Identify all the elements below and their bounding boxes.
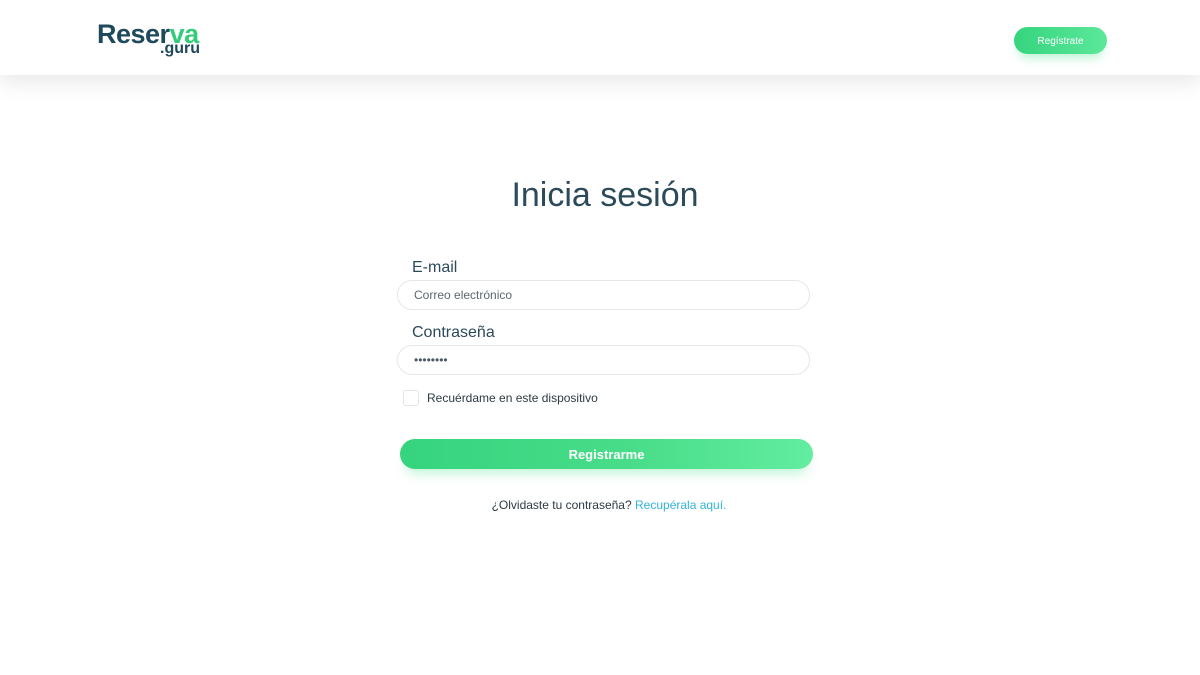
remember-me-label[interactable]: Recuérdame en este dispositivo xyxy=(427,391,598,405)
logo-suffix: .guru xyxy=(160,40,200,57)
password-field[interactable] xyxy=(397,345,810,375)
register-submit-button[interactable]: Registrarme xyxy=(400,439,813,469)
remember-me-checkbox[interactable] xyxy=(403,390,419,406)
remember-me-row[interactable]: Recuérdame en este dispositivo xyxy=(403,390,598,406)
forgot-password-row: ¿Olvidaste tu contraseña? Recupérala aqu… xyxy=(0,497,1200,513)
recover-password-link[interactable]: Recupérala aquí. xyxy=(635,498,726,512)
email-label: E-mail xyxy=(412,259,458,276)
top-header: Reserva .guru Regístrate xyxy=(0,0,1200,75)
header-register-button[interactable]: Regístrate xyxy=(1014,27,1107,54)
reserva-guru-logo[interactable]: Reserva .guru xyxy=(97,19,207,61)
email-field[interactable] xyxy=(397,280,810,310)
password-label: Contraseña xyxy=(412,324,495,341)
page-title: Inicia sesión xyxy=(511,176,699,214)
forgot-password-text: ¿Olvidaste tu contraseña? xyxy=(491,498,632,512)
